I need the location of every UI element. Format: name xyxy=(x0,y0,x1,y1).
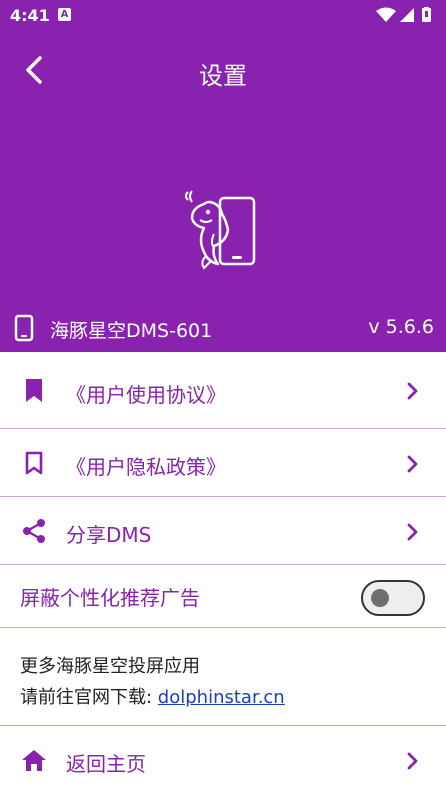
device-info-row: 海豚星空DMS-601 v 5.6.6 xyxy=(0,310,446,346)
info-line-1: 更多海豚星空投屏应用 xyxy=(20,656,200,677)
status-icons xyxy=(376,7,438,23)
bookmark-outline-icon xyxy=(20,449,48,477)
version-label: v 5.6.6 xyxy=(368,316,434,338)
header: 4:41 A 设置 海豚星空DMS-601 v 5.6.6 xyxy=(0,0,446,352)
page-title: 设置 xyxy=(199,62,247,90)
chevron-right-icon xyxy=(406,752,420,770)
phone-icon xyxy=(14,314,34,342)
chevron-right-icon xyxy=(406,382,420,400)
menu-item-home[interactable]: 返回主页 xyxy=(0,726,446,794)
wifi-icon xyxy=(376,7,396,22)
status-time: 4:41 xyxy=(10,6,50,25)
a-badge-icon: A xyxy=(58,8,71,21)
toggle-knob xyxy=(371,589,389,607)
ad-setting-row: 屏蔽个性化推荐广告 xyxy=(0,565,446,628)
ad-setting-label: 屏蔽个性化推荐广告 xyxy=(20,586,200,610)
ad-toggle-switch[interactable] xyxy=(361,580,425,616)
home-icon xyxy=(20,746,48,774)
home-label: 返回主页 xyxy=(66,752,146,776)
share-icon xyxy=(20,517,48,545)
chevron-right-icon xyxy=(406,523,420,541)
menu-item-user-agreement[interactable]: 《用户使用协议》 xyxy=(0,352,446,429)
dolphin-phone-logo-icon xyxy=(182,190,262,272)
chevron-right-icon xyxy=(406,455,420,473)
menu-item-share[interactable]: 分享DMS xyxy=(0,497,446,565)
bookmark-filled-icon xyxy=(20,376,48,404)
device-name: 海豚星空DMS-601 xyxy=(50,320,213,342)
download-info: 更多海豚星空投屏应用 请前往官网下载: dolphinstar.cn xyxy=(0,628,446,726)
status-bar: 4:41 A xyxy=(0,0,446,30)
website-link[interactable]: dolphinstar.cn xyxy=(158,687,285,708)
info-prefix: 请前往官网下载: xyxy=(20,687,158,708)
signal-icon xyxy=(400,8,414,22)
menu-item-label: 《用户隐私政策》 xyxy=(66,455,226,479)
info-line-2: 请前往官网下载: dolphinstar.cn xyxy=(20,683,285,709)
menu-item-label: 分享DMS xyxy=(66,523,152,547)
menu-item-label: 《用户使用协议》 xyxy=(66,383,226,407)
menu-item-privacy-policy[interactable]: 《用户隐私政策》 xyxy=(0,429,446,497)
top-bar: 设置 xyxy=(0,40,446,100)
